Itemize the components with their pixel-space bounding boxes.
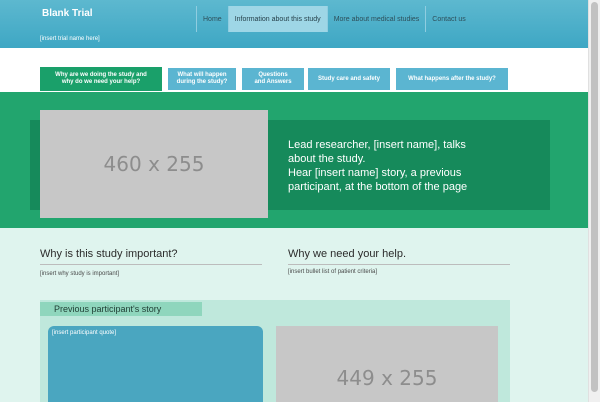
tab-label: Questions and Answers: [254, 72, 292, 85]
divider: [40, 264, 262, 265]
tab-questions-answers[interactable]: Questions and Answers: [242, 68, 304, 90]
hero-video-placeholder[interactable]: 460 x 255: [40, 110, 268, 218]
nav-information-about-study[interactable]: Information about this study: [227, 6, 327, 32]
hero-text-line: participant, at the bottom of the page: [288, 181, 468, 193]
nav-home[interactable]: Home: [196, 6, 228, 32]
tab-label: What will happen during the study?: [176, 72, 228, 85]
divider: [288, 264, 510, 265]
story-heading: Previous participant's story: [40, 302, 202, 316]
trial-name: [insert trial name here]: [40, 36, 100, 42]
page: Blank Trial [insert trial name here] Hom…: [0, 0, 588, 402]
tab-after-study[interactable]: What happens after the study?: [396, 68, 508, 90]
tab-what-will-happen[interactable]: What will happen during the study?: [168, 68, 236, 90]
importance-heading: Why is this study important?: [40, 248, 178, 260]
tab-study-care-safety[interactable]: Study care and safety: [308, 68, 390, 90]
hero-text-line: Hear [insert name] story, a previous: [288, 167, 462, 179]
hero-text-line: about the study.: [288, 153, 366, 165]
story-video-placeholder[interactable]: 449 x 255: [276, 326, 498, 402]
hero-text-line: Lead researcher, [insert name], talks: [288, 139, 466, 151]
need-heading: Why we need your help.: [288, 248, 407, 260]
site-header: Blank Trial [insert trial name here] Hom…: [0, 0, 588, 48]
participant-quote-box: [48, 326, 263, 402]
tab-label: Why are we doing the study and why do we …: [55, 72, 147, 85]
scrollbar[interactable]: [588, 0, 600, 402]
importance-text: [insert why study is important]: [40, 271, 120, 277]
tab-label: What happens after the study?: [408, 75, 496, 82]
tab-why-study[interactable]: Why are we doing the study and why do we …: [40, 67, 162, 91]
site-title[interactable]: Blank Trial: [42, 8, 93, 19]
nav-contact-us[interactable]: Contact us: [425, 6, 471, 32]
main-nav: Home Information about this study More a…: [196, 6, 472, 32]
nav-more-about-medical-studies[interactable]: More about medical studies: [326, 6, 426, 32]
hero-text: Lead researcher, [insert name], talks ab…: [288, 138, 528, 194]
participant-quote: [insert participant quote]: [52, 330, 117, 336]
tab-label: Study care and safety: [317, 75, 381, 82]
need-text: [insert bullet list of patient criteria]: [288, 269, 378, 275]
scrollbar-thumb[interactable]: [591, 2, 598, 392]
